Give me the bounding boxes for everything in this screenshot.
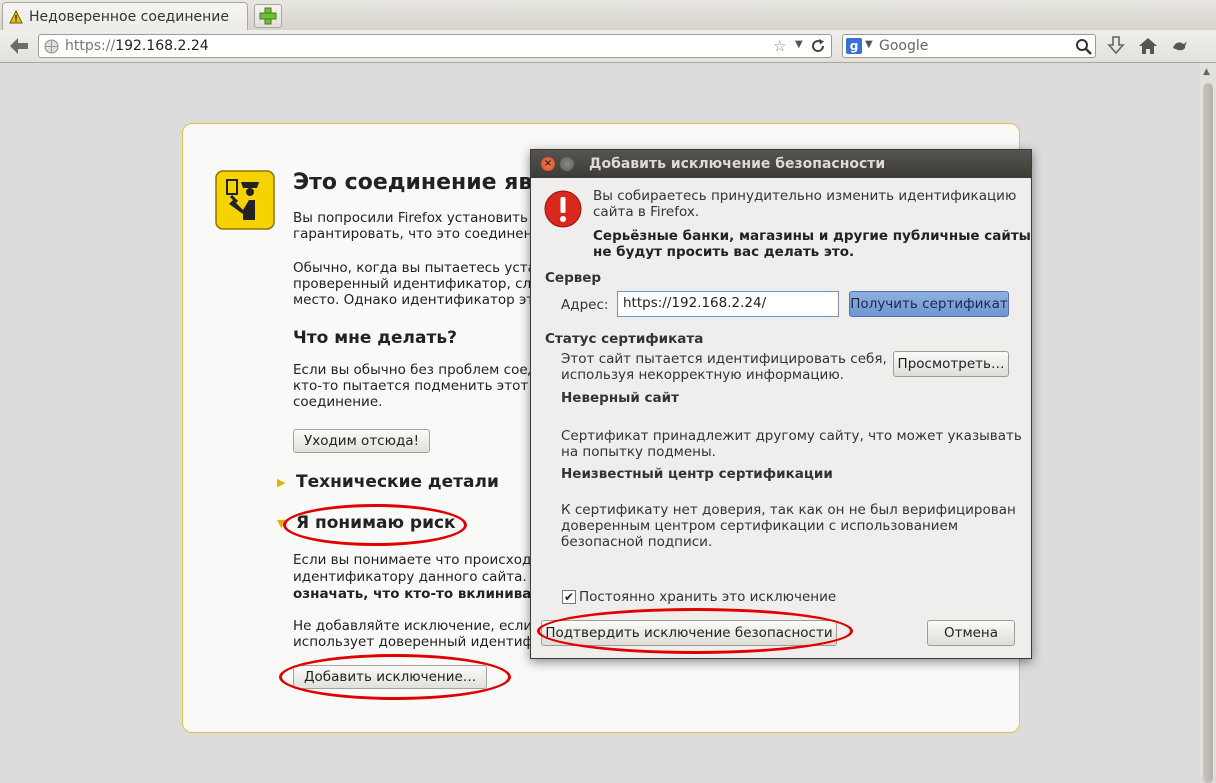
back-arrow-icon[interactable] [6,34,32,58]
server-section-label: Сервер [545,270,602,286]
new-tab-button[interactable] [254,4,282,28]
unknown-ca-text: К сертификату нет доверия, так как он не… [561,502,1016,550]
get-me-out-button[interactable]: Уходим отсюда! [293,429,430,453]
error-paragraph-3: Если вы обычно без проблем соед кто-то п… [293,362,540,410]
warning-icon [9,10,23,24]
download-icon[interactable] [1104,34,1128,58]
url-bar[interactable]: https://192.168.2.24 ☆ ▼ [38,34,832,58]
wrong-site-title: Неверный сайт [561,390,679,406]
certificate-status-label: Статус сертификата [545,331,704,347]
view-certificate-button[interactable]: Просмотреть… [893,351,1009,377]
certificate-status-text: Этот сайт пытается идентифицировать себя… [561,351,887,383]
unknown-ca-title: Неизвестный центр сертификации [561,466,833,482]
address-label: Адрес: [561,297,609,313]
risk-paragraph-2: Не добавляйте исключение, если используе… [293,618,535,650]
red-annotation-circle [537,608,853,654]
tab-title: Недоверенное соединение [29,9,229,25]
address-input[interactable]: https://192.168.2.24/ [617,291,839,317]
scrollbar-thumb[interactable] [1203,83,1213,783]
search-icon[interactable] [1075,38,1093,56]
search-placeholder: Google [879,38,929,54]
cancel-button[interactable]: Отмена [927,620,1015,646]
dialog-intro-text: Вы собираетесь принудительно изменить ид… [593,188,1017,220]
close-icon[interactable]: × [541,157,555,171]
wrong-site-text: Сертификат принадлежит другому сайту, чт… [561,428,1022,460]
search-bar[interactable]: g ▼ Google [842,34,1096,58]
security-exception-dialog: × Добавить исключение безопасности Вы со… [530,149,1032,659]
engine-dropdown-icon[interactable]: ▼ [865,39,873,50]
permanent-checkbox[interactable]: ✔ [562,590,576,604]
bookmark-star-icon[interactable]: ☆ [773,37,786,55]
url-host: 192.168.2.24 [115,38,209,54]
permanent-checkbox-label[interactable]: Постоянно хранить это исключение [579,589,836,605]
alert-icon [544,190,582,228]
vertical-scrollbar[interactable]: ▲ [1200,63,1216,783]
risk-paragraph-line-2: идентификатору данного сайта. Д [293,569,542,585]
risk-paragraph-line-3: означать, что кто-то вклинивает [293,586,549,602]
get-certificate-button[interactable]: Получить сертификат [849,291,1009,317]
reload-icon[interactable] [809,37,827,55]
error-title: Это соединение явл [293,170,549,195]
error-paragraph-1: Вы попросили Firefox установить гарантир… [293,210,542,242]
what-to-do-heading: Что мне делать? [293,328,457,348]
technical-details-toggle[interactable]: Технические детали [296,472,499,492]
red-annotation-circle [279,654,511,700]
collapsed-triangle-icon[interactable]: ▶ [277,476,285,489]
tab-bar: Недоверенное соединение [0,0,1216,31]
tab-untrusted-connection[interactable]: Недоверенное соединение [2,2,248,30]
home-icon[interactable] [1136,34,1160,58]
dialog-warning-text: Серьёзные банки, магазины и другие публи… [593,228,1031,260]
url-text[interactable]: https://192.168.2.24 [65,38,209,54]
dialog-titlebar[interactable]: × Добавить исключение безопасности [531,150,1031,178]
risk-paragraph-line-1: Если вы понимаете что происходи [293,552,541,568]
plus-icon [259,7,277,25]
red-annotation-circle [283,504,467,546]
dialog-title: Добавить исключение безопасности [589,156,886,172]
url-protocol: https:// [65,38,116,54]
history-dropdown-icon[interactable]: ▼ [795,39,803,50]
extension-icon[interactable] [1168,34,1192,58]
police-officer-icon [215,170,275,230]
error-paragraph-2: Обычно, когда вы пытаетесь устан провере… [293,260,545,308]
minimize-icon[interactable] [560,157,574,171]
globe-icon[interactable] [44,39,59,54]
navigation-toolbar: https://192.168.2.24 ☆ ▼ g ▼ Google [0,30,1216,63]
google-engine-icon[interactable]: g [846,38,862,54]
scroll-up-arrow-icon[interactable]: ▲ [1203,67,1210,77]
